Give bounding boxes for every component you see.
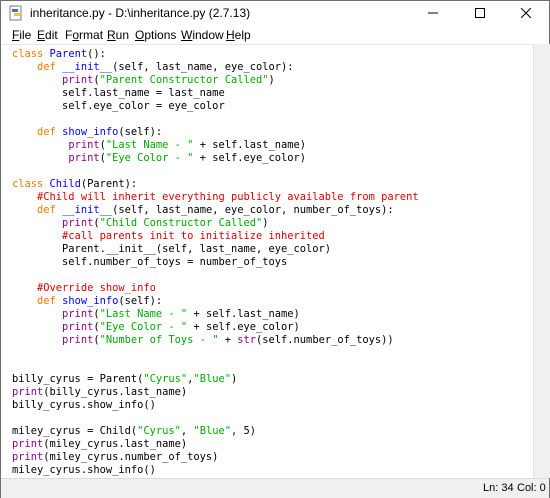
maximize-button[interactable] [457, 1, 503, 25]
code-line: self.number_of_toys = number_of_toys [12, 256, 288, 268]
code-line: #Override show_info [37, 282, 156, 294]
menu-bar: File Edit Format Run Options Window Help [1, 26, 549, 44]
menu-window[interactable]: Window [181, 28, 224, 42]
status-bar: Ln: 34 Col: 0 [1, 478, 549, 498]
maximize-icon [475, 8, 485, 18]
window-title: inheritance.py - D:\inheritance.py (2.7.… [30, 6, 251, 20]
code-line: miley_cyrus.show_info() [12, 464, 156, 476]
code-line: print("Number of Toys - " + str(self.num… [62, 334, 394, 346]
code-line: Parent.__init__(self, last_name, eye_col… [12, 243, 332, 255]
code-line: miley_cyrus = Child("Cyrus", "Blue", 5) [12, 425, 257, 437]
code-line: print(miley_cyrus.last_name) [12, 438, 188, 450]
code-line: #call parents init to initialize inherit… [62, 230, 325, 242]
code-line: billy_cyrus = Parent("Cyrus","Blue") [12, 373, 238, 385]
code-line: def show_info(self): [37, 126, 163, 138]
title-bar[interactable]: inheritance.py - D:\inheritance.py (2.7.… [1, 1, 549, 25]
minimize-icon [428, 12, 438, 14]
status-line-number: Ln: 34 [483, 482, 514, 494]
code-line: def __init__(self, last_name, eye_color,… [37, 204, 394, 216]
code-line: print(miley_cyrus.number_of_toys) [12, 451, 219, 463]
code-line: print("Parent Constructor Called") [62, 74, 275, 86]
idle-editor-window: inheritance.py - D:\inheritance.py (2.7.… [0, 0, 550, 498]
code-line: def __init__(self, last_name, eye_color)… [37, 61, 294, 73]
code-line: print("Child Constructor Called") [62, 217, 269, 229]
code-line: billy_cyrus.show_info() [12, 399, 156, 411]
status-column-number: Col: 0 [517, 482, 546, 494]
menu-help[interactable]: Help [226, 28, 251, 42]
close-icon [521, 8, 531, 18]
python-file-icon [9, 5, 22, 21]
menu-options[interactable]: Options [135, 28, 176, 42]
menu-format[interactable]: Format [65, 28, 103, 42]
code-line: def show_info(self): [37, 295, 163, 307]
close-button[interactable] [503, 1, 549, 25]
code-line: print("Eye Color - " + self.eye_color) [62, 321, 300, 333]
code-line: #Child will inherit everything publicly … [37, 191, 419, 203]
code-line: self.last_name = last_name [12, 87, 225, 99]
code-line: print(billy_cyrus.last_name) [12, 386, 188, 398]
code-line: print("Last Name - " + self.last_name) [62, 308, 300, 320]
code-line: print("Last Name - " + self.last_name) [68, 139, 307, 151]
code-editor[interactable]: class Parent(): def __init__(self, last_… [1, 44, 533, 479]
menu-edit[interactable]: Edit [37, 28, 58, 42]
code-line: print("Eye Color - " + self.eye_color) [68, 152, 307, 164]
minimize-button[interactable] [410, 1, 456, 25]
menu-run[interactable]: Run [107, 28, 129, 42]
code-line: class Child(Parent): [12, 178, 138, 190]
code-line: self.eye_color = eye_color [12, 100, 225, 112]
menu-file[interactable]: File [12, 28, 31, 42]
vertical-scrollbar[interactable] [533, 44, 550, 478]
code-line: class Parent(): [12, 48, 106, 60]
